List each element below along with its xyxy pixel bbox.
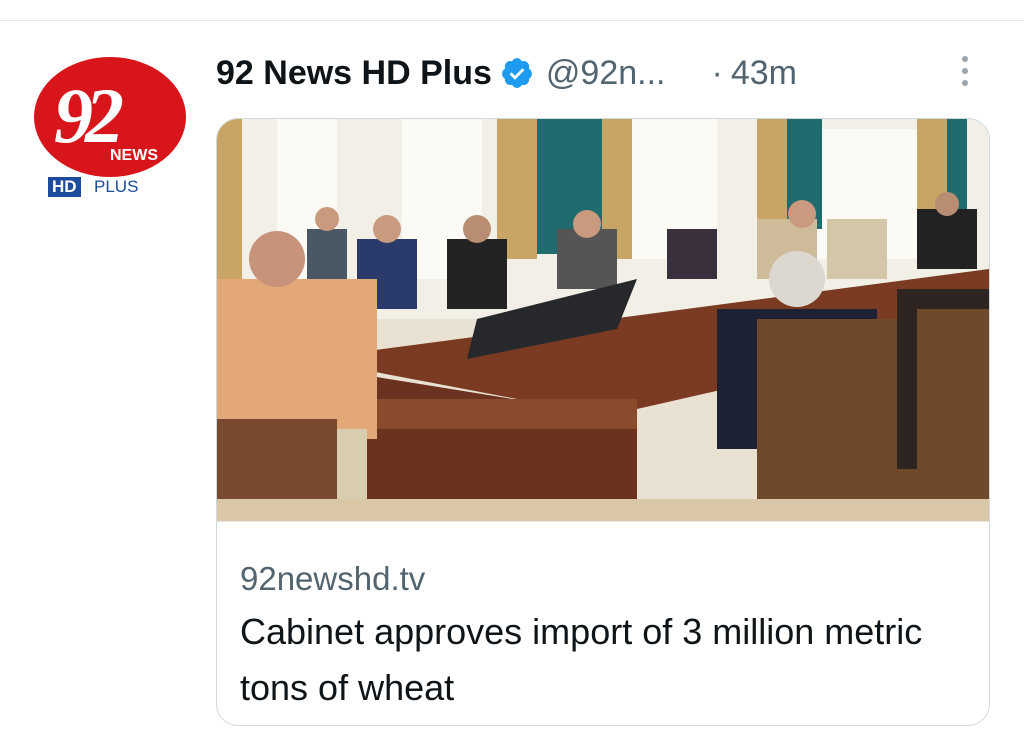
avatar[interactable]: 92 NEWS HD PLUS: [34, 57, 190, 213]
timestamp[interactable]: 43m: [731, 54, 797, 93]
avatar-news-label: NEWS: [110, 147, 158, 164]
separator-dot: ·: [711, 53, 723, 92]
avatar-hd-label: HD: [48, 177, 81, 197]
card-headline[interactable]: Cabinet approves import of 3 million met…: [240, 604, 970, 716]
top-divider: [0, 20, 1024, 21]
avatar-plus-label: PLUS: [94, 177, 139, 196]
card-domain[interactable]: 92newshd.tv: [240, 560, 425, 598]
tweet-header: 92 News HD Plus @92n... · 43m: [216, 50, 797, 96]
verified-badge-icon: [502, 58, 532, 88]
handle[interactable]: @92n...: [546, 54, 666, 93]
cabinet-meeting-photo: [217, 119, 989, 521]
avatar-number: 92: [54, 72, 124, 159]
card-body: 92newshd.tv Cabinet approves import of 3…: [217, 521, 989, 725]
more-options-icon[interactable]: [958, 56, 972, 92]
display-name[interactable]: 92 News HD Plus: [216, 54, 492, 93]
link-card[interactable]: 92newshd.tv Cabinet approves import of 3…: [216, 118, 990, 726]
